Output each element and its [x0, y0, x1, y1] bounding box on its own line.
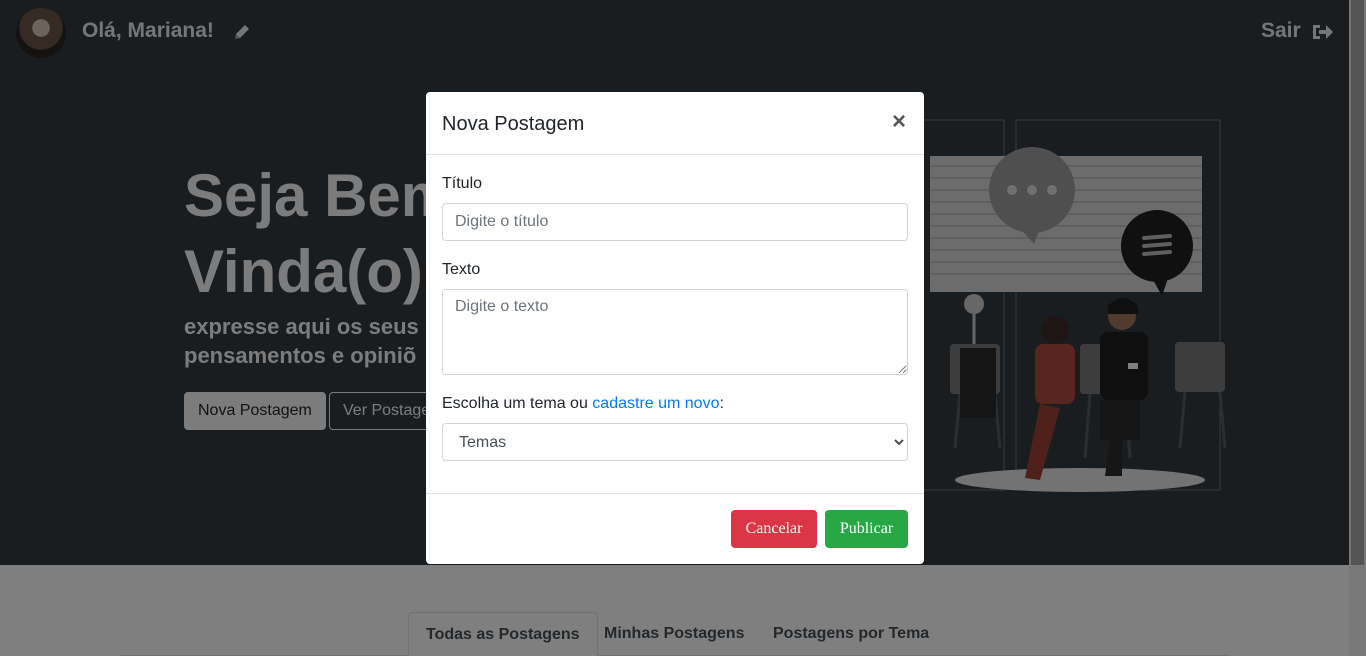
- title-input[interactable]: [442, 203, 908, 241]
- register-theme-link[interactable]: cadastre um novo: [592, 395, 719, 412]
- close-icon[interactable]: ×: [887, 108, 911, 136]
- modal-title: Nova Postagem: [442, 113, 585, 135]
- new-post-modal: Nova Postagem × Título Texto Escolha um …: [426, 92, 924, 564]
- theme-label: Escolha um tema ou cadastre um novo:: [442, 395, 724, 412]
- modal-header: Nova Postagem ×: [426, 92, 924, 155]
- theme-select[interactable]: Temas: [442, 423, 908, 461]
- title-label: Título: [442, 175, 483, 192]
- modal-footer: Cancelar Publicar: [426, 493, 924, 564]
- cancel-button[interactable]: Cancelar: [731, 510, 817, 548]
- text-input[interactable]: [442, 289, 908, 375]
- text-label: Texto: [442, 261, 481, 278]
- publish-button[interactable]: Publicar: [825, 510, 908, 548]
